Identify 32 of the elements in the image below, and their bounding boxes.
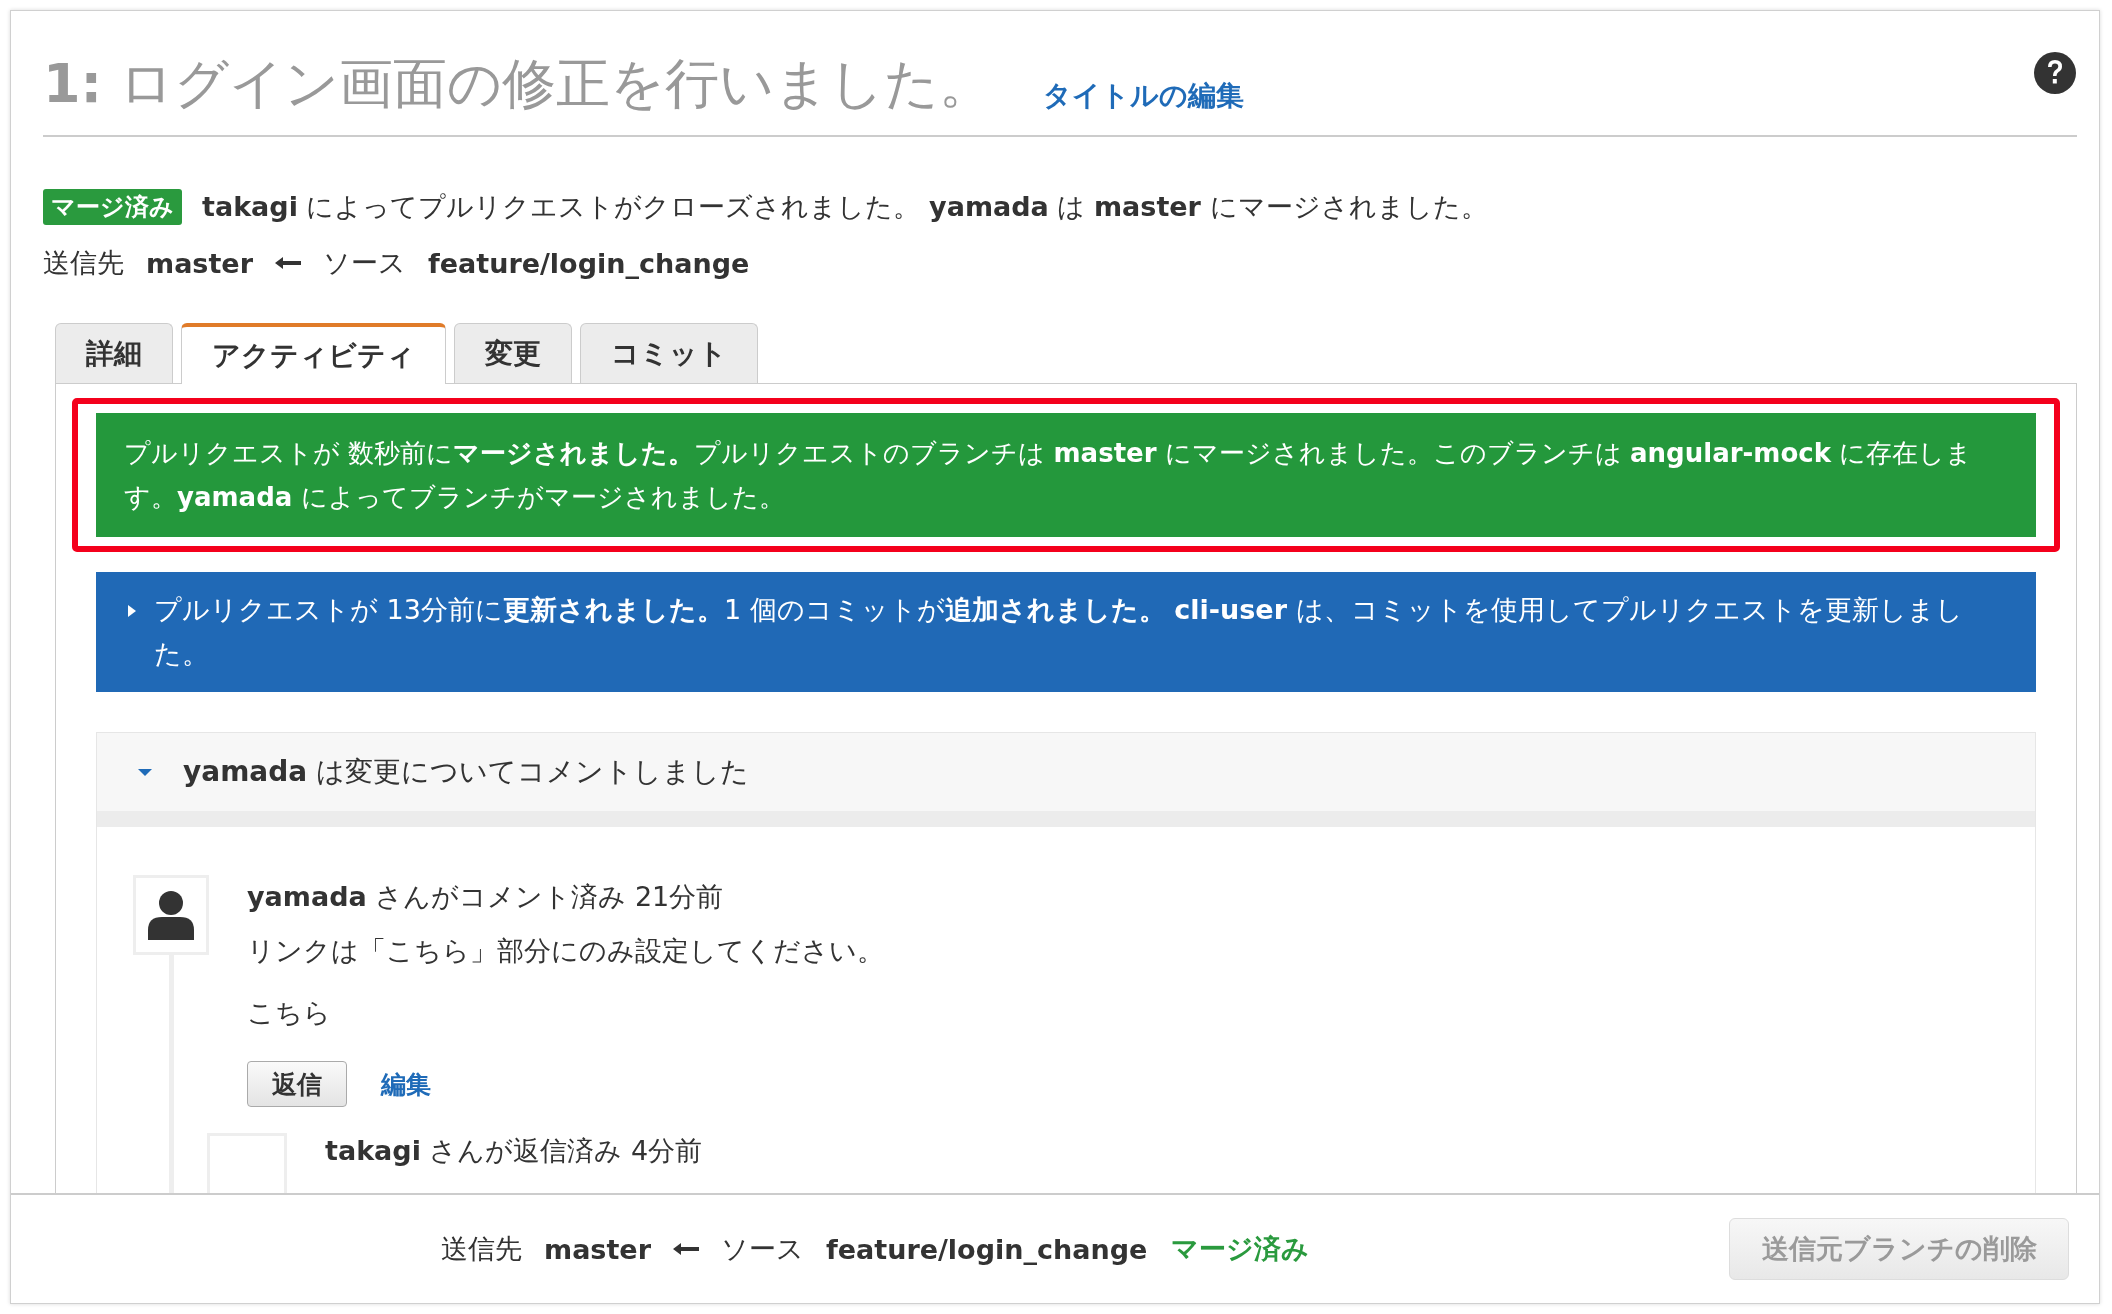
source-label: ソース [720,1232,804,1266]
help-icon[interactable] [2033,51,2077,95]
target-branch: master [544,1233,651,1265]
source-branch: feature/login_change [427,247,750,279]
comment-body: リンクは「こちら」部分にのみ設定してください。 [247,934,884,968]
reply-meta: takagi さんが返信済み 4分前 [325,1134,703,1168]
toggle-triangle-icon[interactable] [126,604,138,618]
thread-title: yamada は変更についてコメントしました [183,754,750,790]
tab[interactable]: アクティビティ [181,323,446,384]
merge-event-message: プルリクエストが 数秒前にマージされました。プルリクエストのブランチは master にマージされました。このブランチは angular-mock に存在します。yamada によってブランチがマージされました。 [96,413,2036,537]
comment-thread-header[interactable]: yamada は変更についてコメントしました [97,733,2035,811]
reply-button[interactable]: 返信 [247,1061,347,1107]
merged-badge: マージ済み [43,189,182,225]
person-icon [148,890,194,940]
left-arrow-icon [274,256,301,270]
target-branch: master [146,247,253,279]
tab[interactable]: コミット [580,323,758,383]
tab[interactable]: 詳細 [55,323,173,383]
edit-link[interactable]: 編集 [381,1067,431,1101]
tab[interactable]: 変更 [454,323,572,383]
merged-status: マージ済み [1171,1232,1310,1266]
source-label: ソース [322,246,406,280]
status-message: takagi によってプルリクエストがクローズされました。 yamada は master にマージされました。 [202,190,1488,224]
comment-meta: yamada さんがコメント済み 21分前 [247,880,725,914]
comment-body: こちら [247,996,332,1030]
update-event-message: プルリクエストが 13分前に更新されました。1 個のコミットが追加されました。 cli-user は、コミットを使用してプルリクエストを更新しました。 [154,593,1964,671]
edit-title-link[interactable]: タイトルの編集 [1043,77,1245,115]
page-title: 1: ログイン画面の修正を行いました。 [43,51,994,117]
source-branch: feature/login_change [825,1233,1148,1265]
target-label: 送信先 [441,1232,522,1266]
target-label: 送信先 [43,246,124,280]
left-arrow-icon [672,1242,699,1256]
